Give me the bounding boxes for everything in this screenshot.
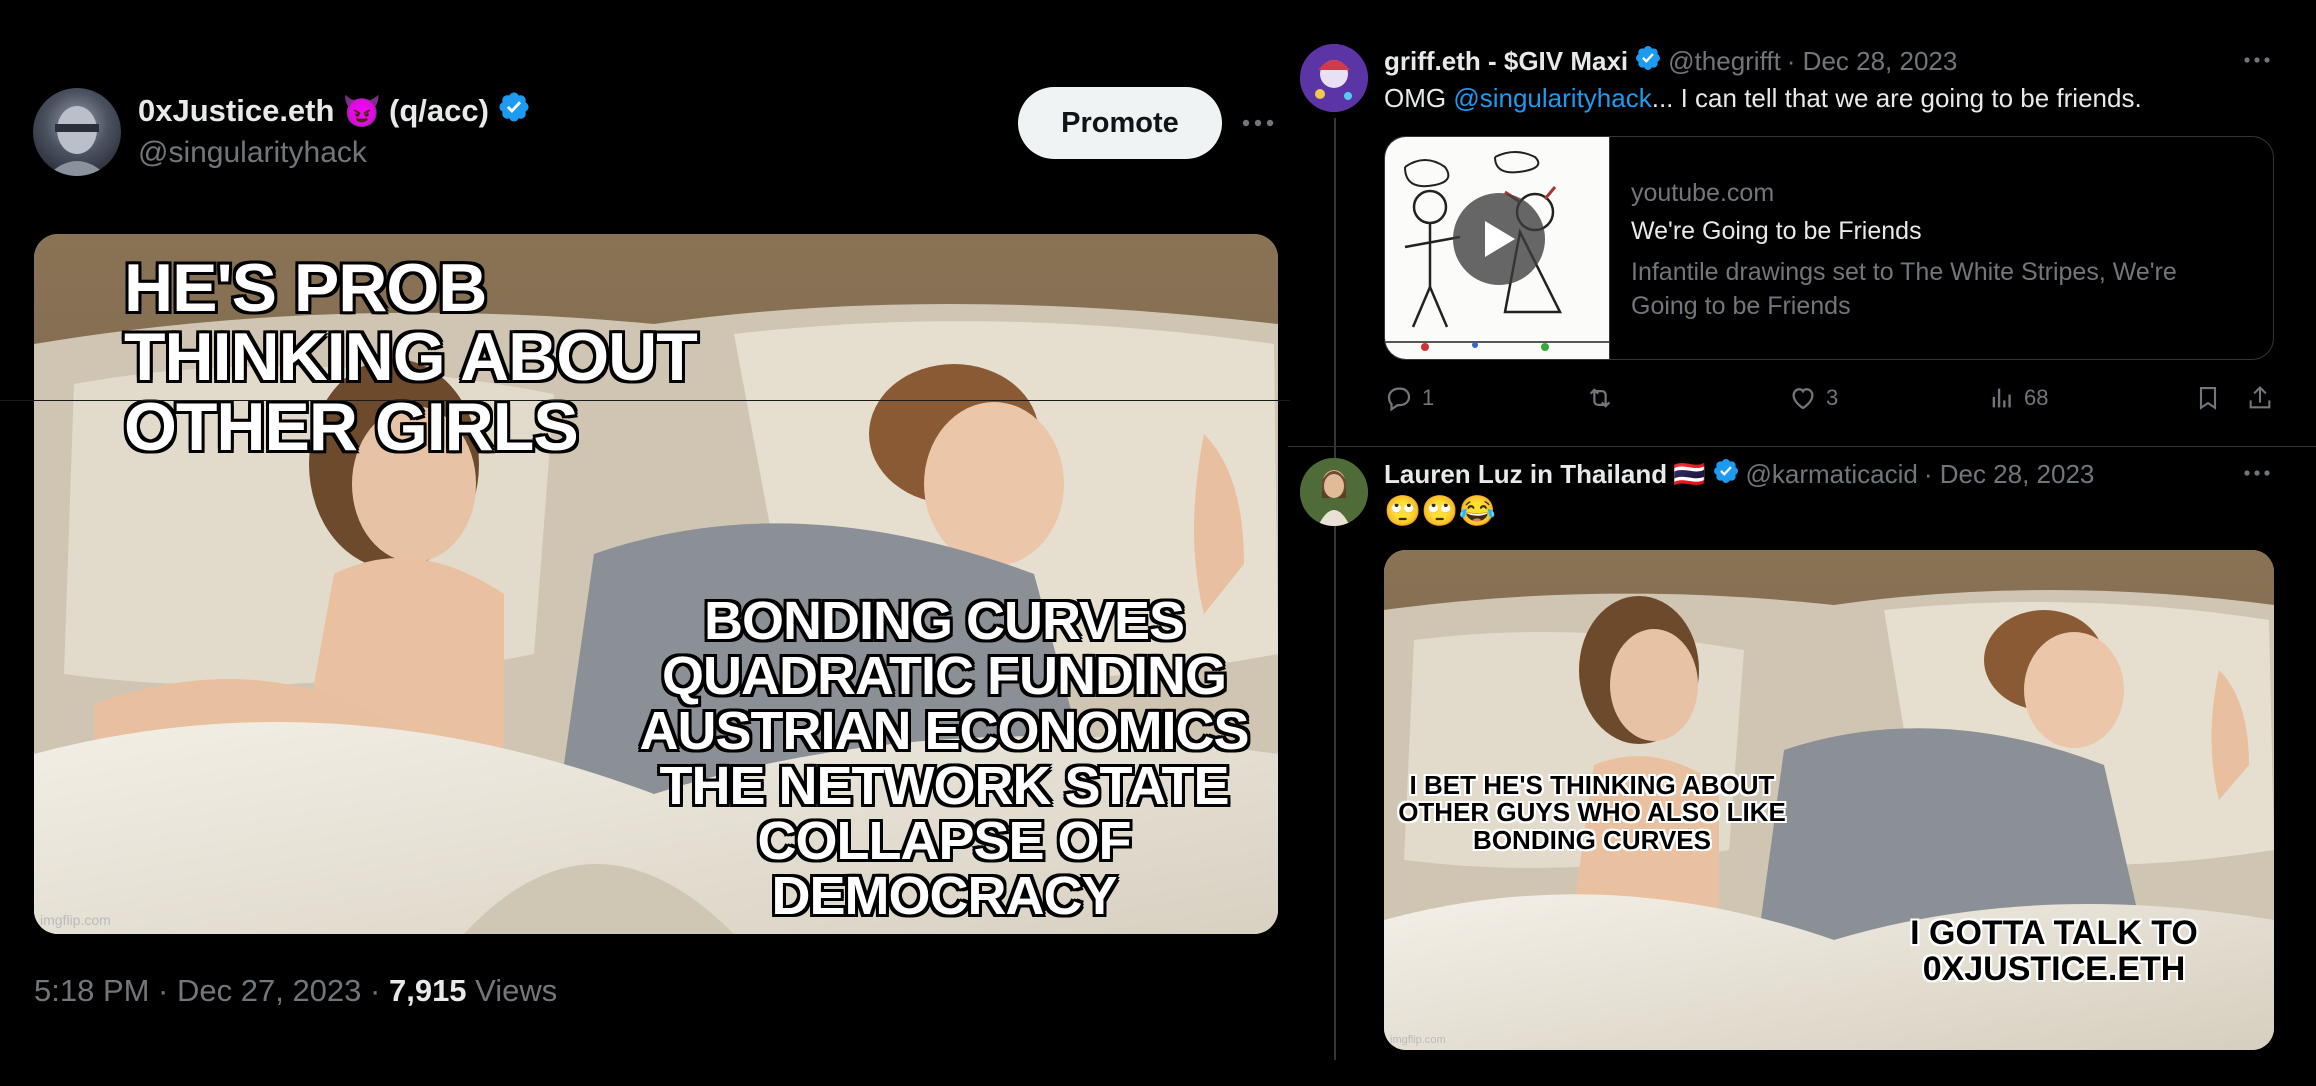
card-thumbnail: [1385, 137, 1610, 359]
author-name-row: 0xJustice.eth 😈 (q/acc): [138, 90, 531, 132]
name-suffix: (q/acc): [389, 93, 489, 128]
retweet-icon: [1584, 383, 1616, 413]
more-icon[interactable]: [2242, 48, 2272, 77]
meme-line: THE NETWORK STATE: [659, 756, 1230, 817]
reply-text: OMG @singularityhack... I can tell that …: [1384, 83, 2142, 114]
reply-button[interactable]: 1: [1384, 383, 1434, 413]
meme-image[interactable]: HE'S PROB THINKING ABOUT OTHER GIRLS BON…: [34, 234, 1278, 934]
retweet-button[interactable]: [1584, 383, 1624, 413]
meme-image[interactable]: I BET HE'S THINKING ABOUT OTHER GUYS WHO…: [1384, 550, 2274, 1050]
reply-date[interactable]: · Dec 28, 2023: [1787, 46, 1958, 77]
reply-header: Lauren Luz in Thailand 🇹🇭 @karmaticacid …: [1384, 457, 2094, 492]
avatar[interactable]: [1300, 458, 1368, 526]
bookmark-icon[interactable]: [2194, 383, 2222, 418]
like-count: 3: [1826, 385, 1839, 410]
meme-bottom-list: BONDING CURVES QUADRATIC FUNDING AUSTRIA…: [624, 591, 1264, 927]
reply-text: 🙄🙄😂: [1384, 495, 1497, 528]
meme-line: AUSTRIAN ECONOMICS: [639, 701, 1249, 762]
reply-date[interactable]: · Dec 28, 2023: [1924, 459, 2095, 490]
link-card[interactable]: youtube.com We're Going to be Friends In…: [1384, 136, 2274, 360]
promote-label: Promote: [1061, 106, 1179, 139]
more-icon[interactable]: [2242, 461, 2272, 490]
views-icon: [1988, 383, 2016, 413]
meme-line: COLLAPSE OF DEMOCRACY: [757, 811, 1131, 927]
reply-icon: [1384, 383, 1414, 413]
reply-text-prefix: OMG: [1384, 83, 1454, 113]
tweet-time[interactable]: 5:18 PM · Dec 27, 2023 ·: [34, 973, 389, 1008]
card-title: We're Going to be Friends: [1631, 217, 1922, 245]
meme-top-text: HE'S PROB THINKING ABOUT OTHER GIRLS: [124, 250, 698, 465]
devil-emoji: 😈: [342, 93, 382, 129]
verified-badge-icon: [1634, 44, 1662, 79]
avatar[interactable]: [1300, 44, 1368, 112]
display-name[interactable]: griff.eth - $GIV Maxi: [1384, 46, 1628, 77]
views-count: 68: [2024, 385, 2049, 410]
handle[interactable]: @thegrifft: [1668, 46, 1781, 77]
author-handle[interactable]: @singularityhack: [138, 136, 367, 170]
display-name[interactable]: 0xJustice.eth: [138, 93, 334, 129]
like-button[interactable]: 3: [1788, 383, 1838, 413]
card-domain: youtube.com: [1631, 179, 1775, 207]
reply-text-suffix: ... I can tell that we are going to be f…: [1651, 83, 2142, 113]
views-button[interactable]: 68: [1988, 383, 2048, 413]
verified-badge-icon: [497, 90, 531, 132]
more-icon[interactable]: [1240, 108, 1276, 143]
watermark: imgflip.com: [40, 912, 111, 928]
mention-link[interactable]: @singularityhack: [1453, 83, 1651, 113]
reply-header: griff.eth - $GIV Maxi @thegrifft · Dec 2…: [1384, 44, 1957, 79]
divider: [0, 400, 1290, 401]
avatar[interactable]: [33, 88, 121, 176]
views-label: Views: [475, 973, 558, 1008]
play-icon[interactable]: [1453, 193, 1545, 285]
handle[interactable]: @karmaticacid: [1746, 459, 1918, 490]
share-icon[interactable]: [2246, 383, 2274, 418]
thread-line: [1334, 118, 1336, 1060]
watermark: imgflip.com: [1390, 1034, 1446, 1046]
promote-button[interactable]: Promote: [1018, 87, 1222, 159]
tweet-meta: 5:18 PM · Dec 27, 2023 · 7,915 Views: [34, 973, 557, 1009]
card-description: Infantile drawings set to The White Stri…: [1631, 258, 2177, 320]
reply-count: 1: [1422, 385, 1435, 410]
views-count: 7,915: [388, 973, 467, 1008]
like-icon: [1788, 383, 1818, 413]
display-name[interactable]: Lauren Luz in Thailand: [1384, 459, 1667, 490]
meme-line: BONDING CURVES: [703, 591, 1185, 651]
flag-emoji: 🇹🇭: [1673, 459, 1706, 489]
action-bar: 1 3 68: [1384, 383, 2274, 417]
meme-line: QUADRATIC FUNDING: [662, 646, 1227, 707]
meme-right-text: I GOTTA TALK TO 0XJUSTICE.ETH: [1910, 914, 2198, 988]
verified-badge-icon: [1712, 457, 1740, 492]
divider: [1288, 446, 2316, 447]
meme-left-text: I BET HE'S THINKING ABOUT OTHER GUYS WHO…: [1398, 770, 1786, 855]
